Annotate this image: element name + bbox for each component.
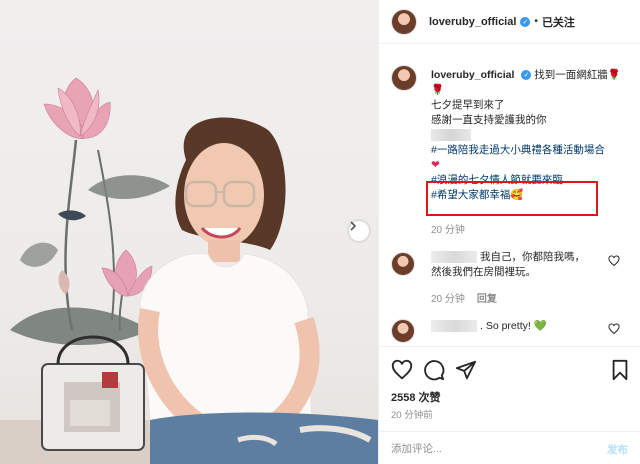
comment-text: . So pretty! (480, 320, 534, 332)
like-count[interactable]: 2558 次赞 (391, 389, 441, 405)
hashtag-link[interactable]: #一路陪我走過大小典禮各種活動場合 (431, 143, 631, 158)
add-comment-row: 发布 (379, 431, 640, 464)
bookmark-icon[interactable] (609, 359, 631, 381)
blurred-username[interactable] (431, 251, 477, 264)
caption-line: 🌹 (431, 84, 445, 96)
reply-button[interactable]: 回复 (477, 294, 497, 305)
post-side-panel: loveruby_official ✓ • 已关注 loveruby_offic… (378, 0, 640, 464)
comment-avatar[interactable] (391, 319, 415, 343)
comment-meta: 20 分钟 回复 (431, 290, 497, 305)
caption-username[interactable]: loveruby_official (431, 69, 514, 81)
header-separator: • (534, 16, 538, 27)
heart-icon[interactable] (608, 255, 620, 267)
comment-text: 然後我們在房間裡玩。 (431, 266, 536, 278)
heart-icon[interactable] (391, 359, 413, 381)
post-photo[interactable] (0, 0, 378, 464)
comments-list[interactable]: loveruby_official ✓ 找到一面網紅牆🌹 🌹 七夕提早到來了 感… (379, 45, 640, 345)
blurred-text (431, 129, 471, 142)
following-button[interactable]: 已关注 (542, 14, 575, 30)
highlight-box (426, 181, 598, 216)
comment-time[interactable]: 20 分钟 (431, 294, 465, 305)
heart-icon[interactable] (608, 323, 620, 335)
verified-icon: ✓ (520, 16, 531, 27)
share-icon[interactable] (455, 359, 477, 381)
caption-time[interactable]: 20 分钟 (431, 221, 465, 236)
photo-illustration (0, 77, 378, 464)
comment-text: 我自己，你都陪我嗎， (480, 251, 585, 263)
post-actions: 2558 次赞 20 分钟前 发布 (379, 346, 640, 464)
green-heart-emoji: 💚 (533, 320, 547, 332)
post-header: loveruby_official ✓ • 已关注 (379, 0, 640, 44)
post-time[interactable]: 20 分钟前 (391, 407, 433, 421)
caption-avatar[interactable] (391, 65, 417, 91)
comment-avatar[interactable] (391, 252, 415, 276)
comment: . So pretty! 💚 (431, 319, 606, 334)
caption-line: 七夕提早到來了 (431, 99, 505, 111)
comment-icon[interactable] (423, 359, 445, 381)
comment: 我自己，你都陪我嗎， 然後我們在房間裡玩。 (431, 250, 606, 280)
post-comment-button[interactable]: 发布 (607, 442, 628, 457)
author-username[interactable]: loveruby_official (429, 16, 516, 28)
caption-line: 感謝一直支持愛護我的你 (431, 114, 547, 126)
heart-emoji: ❤ (431, 159, 440, 171)
blurred-username[interactable] (431, 320, 477, 333)
next-photo-button[interactable] (349, 221, 369, 241)
chevron-right-icon (350, 221, 357, 231)
add-comment-input[interactable] (391, 440, 591, 458)
author-avatar[interactable] (391, 8, 417, 35)
verified-icon: ✓ (521, 70, 532, 81)
caption-line: 找到一面網紅牆🌹 (534, 69, 621, 81)
